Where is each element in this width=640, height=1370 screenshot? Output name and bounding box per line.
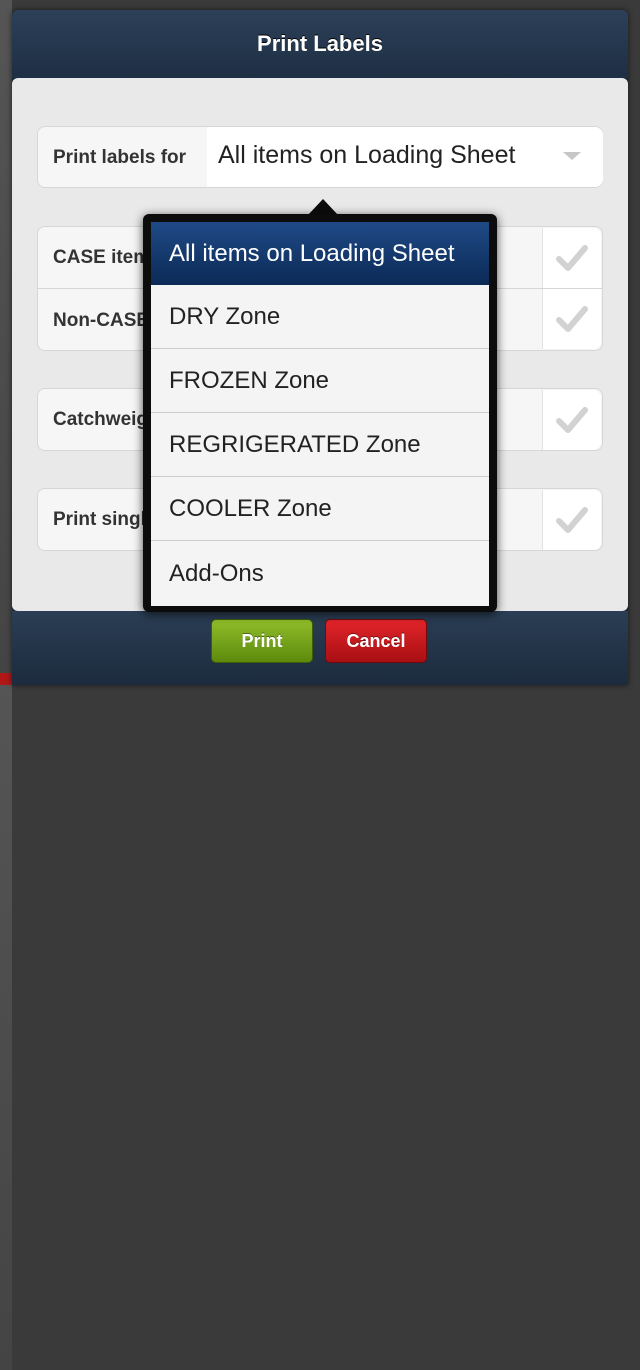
chevron-down-icon bbox=[563, 152, 581, 160]
print-button[interactable]: Print bbox=[211, 619, 313, 663]
checkmark-icon bbox=[556, 507, 588, 533]
case-items-label: CASE item bbox=[53, 247, 151, 268]
dropdown-option-dry-zone[interactable]: DRY Zone bbox=[151, 286, 489, 349]
cancel-button[interactable]: Cancel bbox=[325, 619, 427, 663]
dropdown-option-frozen-zone[interactable]: FROZEN Zone bbox=[151, 350, 489, 413]
print-for-row: Print labels for All items on Loading Sh… bbox=[37, 126, 603, 188]
print-for-value: All items on Loading Sheet bbox=[218, 141, 516, 169]
dialog-header: Print Labels bbox=[12, 10, 628, 78]
dialog-footer bbox=[12, 611, 628, 685]
dropdown-option-all-items[interactable]: All items on Loading Sheet bbox=[151, 222, 489, 285]
dialog-title: Print Labels bbox=[257, 31, 383, 56]
checkmark-icon bbox=[556, 245, 588, 271]
non-case-checkbox[interactable] bbox=[542, 289, 601, 349]
dropdown-pointer bbox=[308, 199, 338, 215]
print-for-select[interactable]: All items on Loading Sheet bbox=[207, 127, 603, 187]
checkmark-icon bbox=[556, 407, 588, 433]
dropdown-option-regrigerated-zone[interactable]: REGRIGERATED Zone bbox=[151, 414, 489, 477]
print-single-checkbox[interactable] bbox=[542, 490, 601, 550]
zone-dropdown: All items on Loading Sheet DRY Zone FROZ… bbox=[143, 214, 497, 612]
zone-dropdown-list: All items on Loading Sheet DRY Zone FROZ… bbox=[151, 222, 489, 606]
checkmark-icon bbox=[556, 306, 588, 332]
catchweight-checkbox[interactable] bbox=[542, 390, 601, 450]
background-left-edge bbox=[0, 0, 12, 685]
dropdown-option-cooler-zone[interactable]: COOLER Zone bbox=[151, 478, 489, 541]
background-right-edge bbox=[0, 685, 12, 1370]
case-items-checkbox[interactable] bbox=[542, 228, 601, 288]
catchweight-label: Catchweig bbox=[53, 409, 149, 430]
dropdown-option-add-ons[interactable]: Add-Ons bbox=[151, 542, 489, 605]
non-case-label: Non-CASE bbox=[53, 310, 150, 331]
print-for-label: Print labels for bbox=[53, 147, 187, 168]
print-single-label: Print singl bbox=[53, 509, 146, 530]
